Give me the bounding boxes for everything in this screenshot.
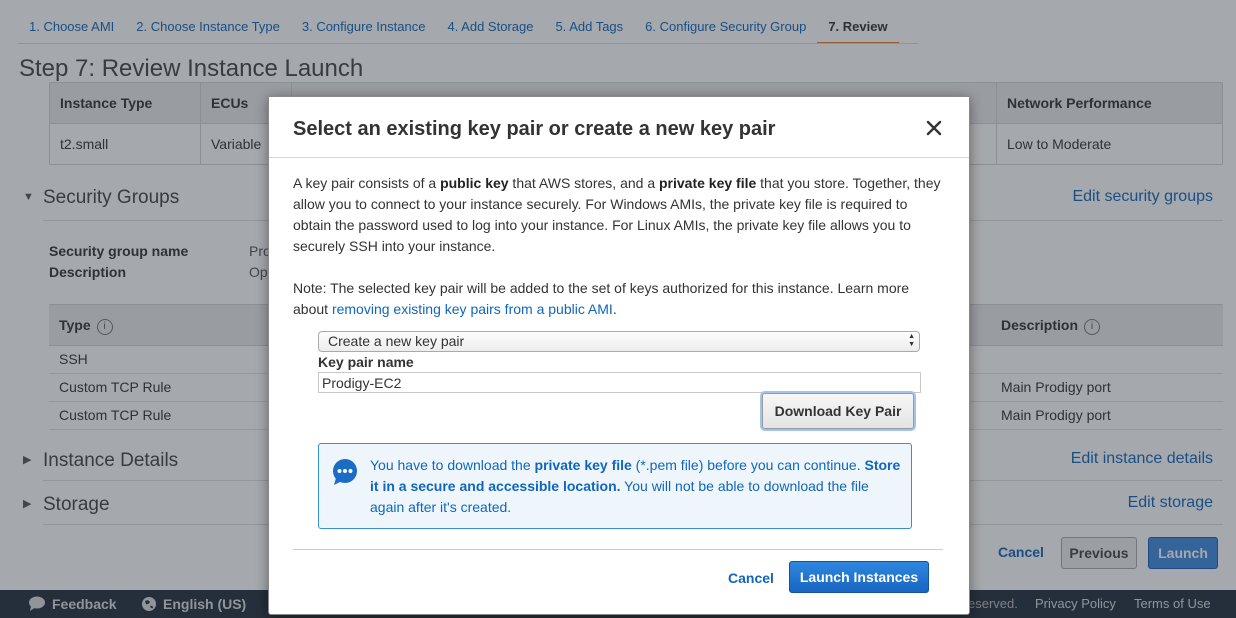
download-key-pair-button[interactable]: Download Key Pair — [762, 393, 914, 429]
dialog-cancel-button[interactable]: Cancel — [728, 570, 774, 586]
close-button[interactable] — [923, 117, 945, 139]
download-info-alert: You have to download the private key fil… — [318, 443, 912, 529]
launch-instances-button[interactable]: Launch Instances — [789, 561, 929, 593]
key-pair-dialog: Select an existing key pair or create a … — [268, 96, 970, 615]
alert-message: You have to download the private key fil… — [370, 457, 901, 515]
dialog-title: Select an existing key pair or create a … — [293, 118, 776, 140]
key-pair-intro: A key pair consists of a public key that… — [293, 175, 941, 254]
key-pair-name-input[interactable] — [318, 372, 921, 393]
dialog-divider — [293, 549, 943, 550]
close-icon — [926, 120, 942, 136]
speech-bubble-icon — [333, 459, 357, 485]
key-pair-select[interactable]: Create a new key pair ▲ ▼ — [318, 331, 920, 352]
key-pair-name-label: Key pair name — [318, 354, 414, 370]
dialog-header: Select an existing key pair or create a … — [269, 97, 969, 158]
select-arrows-icon: ▲ ▼ — [908, 333, 915, 348]
remove-key-pairs-link[interactable]: removing existing key pairs from a publi… — [332, 301, 613, 317]
key-pair-note: Note: The selected key pair will be adde… — [293, 280, 910, 317]
